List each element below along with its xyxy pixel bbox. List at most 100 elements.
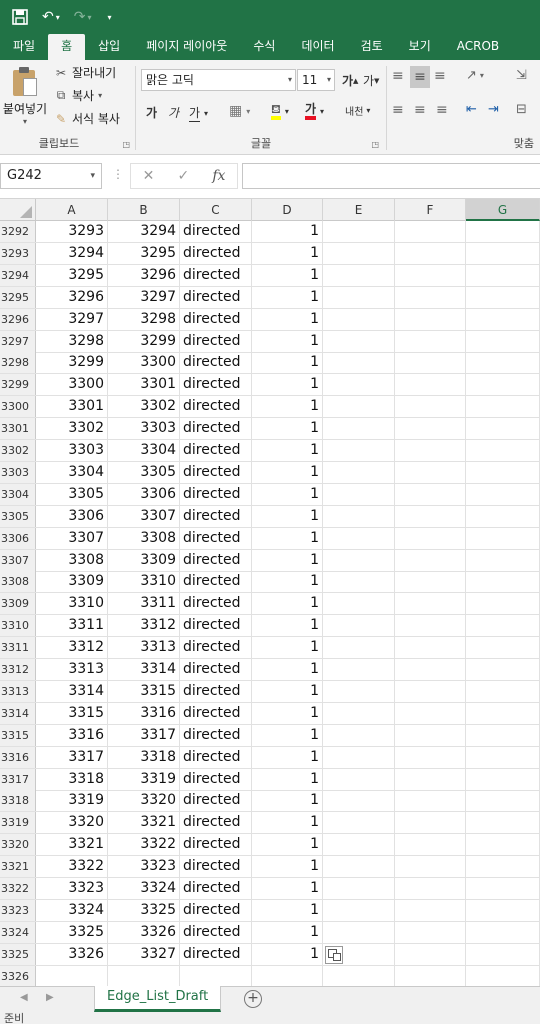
cell-d[interactable]: 1 [252,899,323,921]
cell-b[interactable]: 3295 [108,242,180,264]
cell-e[interactable] [323,571,395,593]
cell-d[interactable]: 1 [252,221,323,242]
cell-a[interactable]: 3316 [36,724,108,746]
cell-f[interactable] [395,264,466,286]
cell-c[interactable]: directed [180,768,252,790]
wrap-text-button[interactable]: ⇲ [516,68,527,83]
cell-g[interactable] [466,790,540,812]
cell-b[interactable]: 3300 [108,352,180,374]
cell-f[interactable] [395,308,466,330]
cell-f[interactable] [395,615,466,637]
font-size-box[interactable]: 11 ▾ [297,69,335,91]
cell-g[interactable] [466,352,540,374]
cell-g[interactable] [466,286,540,308]
cell-d[interactable]: 1 [252,768,323,790]
confirm-entry-icon[interactable]: ✓ [177,168,189,184]
tab-formulas[interactable]: 수식 [240,34,288,60]
cell-d[interactable]: 1 [252,396,323,418]
cell-g[interactable] [466,440,540,461]
cell-f[interactable] [395,221,466,242]
cell-d[interactable]: 1 [252,659,323,680]
cell-a[interactable]: 3294 [36,242,108,264]
cell-f[interactable] [395,943,466,965]
cell-c[interactable]: directed [180,286,252,308]
row-header[interactable]: 3314 [0,702,36,724]
row-header[interactable]: 3315 [0,724,36,746]
cell-c[interactable]: directed [180,418,252,440]
align-right-button[interactable]: ≡ [436,102,448,118]
orientation-dropdown-icon[interactable]: ▾ [480,71,484,80]
cell-f[interactable] [395,330,466,352]
tab-data[interactable]: 데이터 [288,34,347,60]
cell-c[interactable]: directed [180,680,252,702]
cell-d[interactable]: 1 [252,505,323,527]
cell-c[interactable]: directed [180,221,252,242]
cell-d[interactable]: 1 [252,374,323,396]
cell-a[interactable]: 3307 [36,527,108,549]
cell-e[interactable] [323,637,395,659]
cell-f[interactable] [395,374,466,396]
name-box[interactable]: G242 ▾ [0,163,102,189]
font-name-box[interactable]: 맑은 고딕 ▾ [141,69,296,91]
underline-dropdown-icon[interactable]: ▾ [204,109,208,118]
select-all-corner[interactable] [0,199,36,221]
cell-f[interactable] [395,790,466,812]
cell-a[interactable]: 3300 [36,374,108,396]
tab-file[interactable]: 파일 [0,34,48,60]
cancel-entry-icon[interactable]: ✕ [143,168,155,184]
cell-c[interactable]: directed [180,374,252,396]
cell-e[interactable] [323,440,395,461]
cell-e[interactable] [323,878,395,899]
cell-e[interactable] [323,242,395,264]
font-size-dropdown-icon[interactable]: ▾ [327,70,331,90]
cell-e[interactable] [323,593,395,615]
cell-f[interactable] [395,899,466,921]
cell-f[interactable] [395,571,466,593]
cell-f[interactable] [395,461,466,483]
cell-e[interactable] [323,352,395,374]
italic-button[interactable]: 가 [168,104,179,121]
cell-a[interactable]: 3321 [36,834,108,856]
insert-function-icon[interactable]: fx [212,168,225,184]
cell-g[interactable] [466,812,540,834]
cell-d[interactable]: 1 [252,242,323,264]
clipboard-launcher-icon[interactable]: ◳ [122,140,130,149]
cell-a[interactable]: 3320 [36,812,108,834]
row-header[interactable]: 3303 [0,461,36,483]
cell-b[interactable]: 3297 [108,286,180,308]
row-header[interactable]: 3299 [0,374,36,396]
undo-icon[interactable]: ↶ ▾ [42,9,60,25]
align-left-button[interactable]: ≡ [392,102,404,118]
cell-b[interactable]: 3317 [108,724,180,746]
cell-f[interactable] [395,812,466,834]
cell-b[interactable]: 3307 [108,505,180,527]
cell-c[interactable]: directed [180,505,252,527]
cell-g[interactable] [466,768,540,790]
cell-g[interactable] [466,483,540,505]
cell-c[interactable]: directed [180,746,252,768]
row-header[interactable]: 3306 [0,527,36,549]
phonetic-dropdown-icon[interactable]: ▾ [366,106,370,115]
cell-b[interactable]: 3311 [108,593,180,615]
cell-b[interactable] [108,965,180,986]
cell-c[interactable]: directed [180,878,252,899]
cell-f[interactable] [395,856,466,878]
cell-f[interactable] [395,659,466,680]
cell-b[interactable]: 3323 [108,856,180,878]
align-top-button[interactable]: ≡ [392,68,404,84]
cell-f[interactable] [395,440,466,461]
redo-icon[interactable]: ↷ ▾ [74,9,92,25]
cell-d[interactable]: 1 [252,308,323,330]
bold-button[interactable]: 가 [146,104,157,121]
cell-e[interactable] [323,461,395,483]
cell-d[interactable]: 1 [252,571,323,593]
cell-b[interactable]: 3319 [108,768,180,790]
name-box-dropdown-icon[interactable]: ▾ [90,164,95,188]
column-header-d[interactable]: D [252,199,323,221]
format-painter-button[interactable]: ✎ 서식 복사 [54,110,120,127]
cell-f[interactable] [395,637,466,659]
cell-c[interactable]: directed [180,659,252,680]
cell-a[interactable]: 3317 [36,746,108,768]
cell-a[interactable]: 3298 [36,330,108,352]
row-header[interactable]: 3300 [0,396,36,418]
